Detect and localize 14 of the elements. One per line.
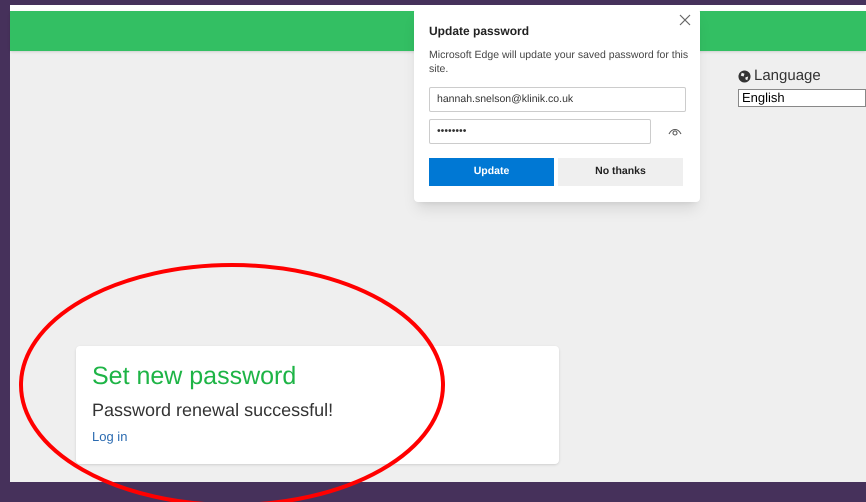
update-button[interactable]: Update <box>429 158 554 186</box>
card-title: Set new password <box>92 361 298 392</box>
close-icon[interactable] <box>679 14 691 26</box>
popup-description: Microsoft Edge will update your saved password for this site. <box>429 48 690 76</box>
language-label: Language <box>754 66 821 86</box>
eye-icon[interactable] <box>668 127 682 136</box>
username-field[interactable]: hannah.snelson@klinik.co.uk <box>429 87 686 112</box>
success-message: Password renewal successful! <box>92 399 334 422</box>
password-field[interactable]: •••••••• <box>429 119 651 144</box>
no-thanks-button[interactable]: No thanks <box>558 158 683 186</box>
popup-title: Update password <box>429 23 530 40</box>
login-link[interactable]: Log in <box>92 427 128 446</box>
globe-icon <box>738 70 751 83</box>
language-select[interactable]: English <box>738 88 866 106</box>
